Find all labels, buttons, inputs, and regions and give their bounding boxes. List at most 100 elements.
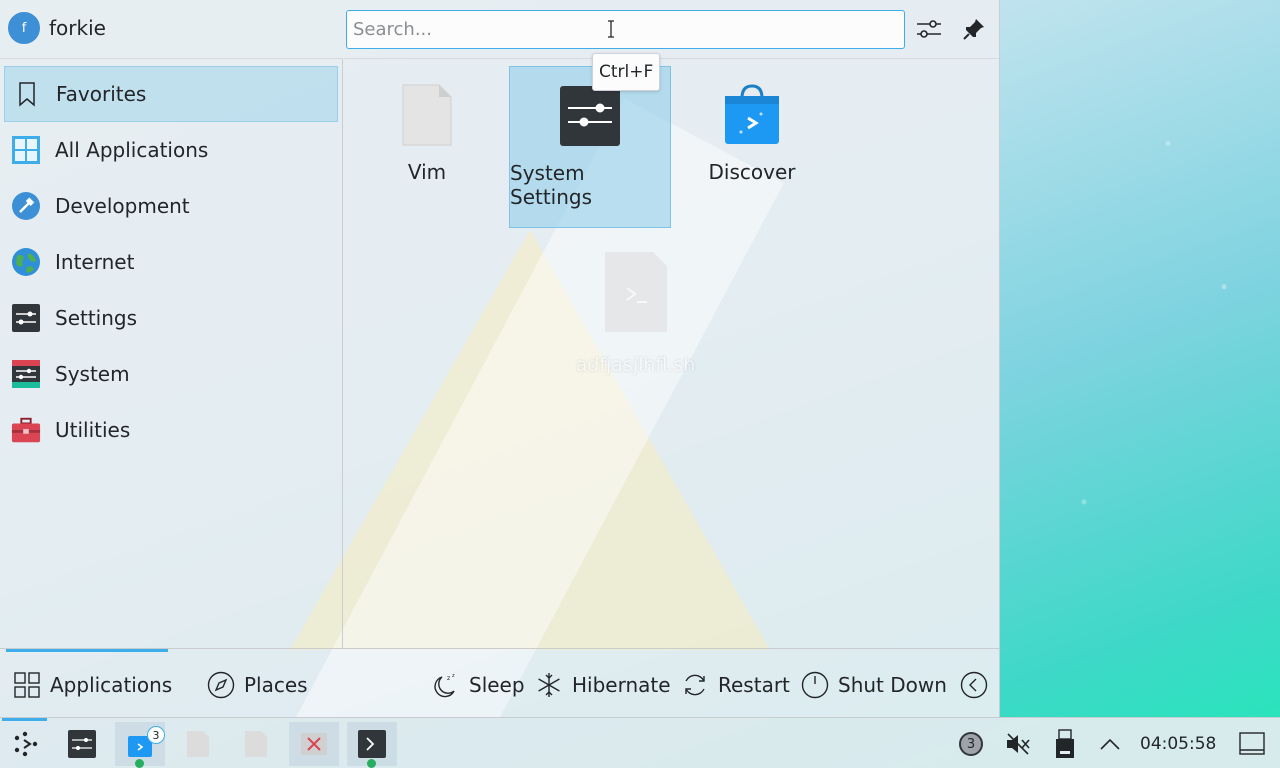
action-label: Sleep [469, 673, 525, 697]
drag-ghost-label: adfjasjlhfl.sh [575, 354, 696, 376]
tab-applications[interactable]: Applications [13, 669, 172, 701]
tooltip-text: Ctrl+F [599, 62, 654, 82]
launch-feedback-icon [367, 759, 376, 768]
file-icon [187, 731, 209, 757]
sidebar-item-label: Internet [55, 250, 135, 274]
action-label: Restart [718, 673, 790, 697]
grid-apps-icon [11, 135, 41, 165]
action-label: Hibernate [572, 673, 671, 697]
launch-feedback-icon [135, 759, 144, 768]
action-label: Shut Down [838, 673, 947, 697]
clock[interactable]: 04:05:58 [1140, 734, 1216, 754]
restart-button[interactable]: Restart [681, 669, 790, 701]
removable-devices-button[interactable] [1040, 722, 1090, 766]
pin-icon [963, 19, 984, 40]
wallpaper [1000, 0, 1280, 717]
tab-label: Places [244, 673, 308, 697]
sidebar-item-all-applications[interactable]: All Applications [4, 122, 338, 178]
bookmark-icon [12, 79, 42, 109]
terminal-icon [358, 730, 386, 758]
active-tab-indicator [6, 649, 168, 652]
sidebar-item-internet[interactable]: Internet [4, 234, 338, 290]
chevron-up-icon [1100, 738, 1120, 750]
svg-text:z: z [452, 673, 455, 679]
sidebar-item-utilities[interactable]: Utilities [4, 402, 338, 458]
app-discover[interactable]: Discover [671, 66, 833, 228]
script-file-icon [604, 252, 667, 332]
system-settings-icon [559, 85, 621, 147]
sidebar-item-label: All Applications [55, 138, 209, 162]
pin-button[interactable] [959, 14, 989, 44]
restart-icon [681, 671, 709, 699]
app-vim[interactable]: Vim [346, 66, 508, 228]
show-desktop-icon [1239, 732, 1265, 755]
task-count-badge: 3 [147, 726, 165, 744]
application-launcher-button[interactable] [0, 722, 50, 766]
category-sidebar: Favorites All Applications Development I… [0, 58, 343, 648]
snowflake-icon [535, 671, 563, 699]
more-actions-button[interactable] [960, 669, 997, 701]
chevron-left-icon [960, 671, 988, 699]
file-icon [245, 731, 267, 757]
launcher-footer: Applications Places zz Sleep Hibernate R… [0, 648, 999, 717]
user-avatar[interactable]: f [6, 10, 42, 46]
app-label: Discover [708, 160, 796, 184]
sidebar-item-settings[interactable]: Settings [4, 290, 338, 346]
application-launcher: f forkie Favorites [0, 0, 1000, 717]
settings-sliders-icon [11, 303, 41, 333]
taskbar: 3 3 04:05:58 [0, 717, 1280, 768]
apps-grid-icon [13, 671, 41, 699]
launcher-icon [14, 731, 38, 757]
task-file-1[interactable] [173, 722, 223, 766]
usb-drive-icon [1056, 729, 1074, 758]
search-input[interactable] [346, 10, 905, 49]
username: forkie [49, 16, 106, 40]
task-konsole[interactable] [347, 722, 397, 768]
system-tray-expand-button[interactable] [1085, 722, 1135, 766]
svg-text:z: z [447, 675, 450, 682]
globe-icon [11, 247, 41, 277]
power-icon [801, 671, 829, 699]
sidebar-item-label: Development [55, 194, 190, 218]
notifications-button[interactable]: 3 [946, 722, 996, 766]
sidebar-item-favorites[interactable]: Favorites [4, 66, 338, 122]
file-icon [396, 84, 458, 146]
search-shortcut-tooltip: Ctrl+F [592, 53, 661, 91]
sleep-moon-icon: zz [432, 671, 460, 699]
system-settings-icon [68, 730, 96, 758]
settings-sliders-icon [917, 20, 941, 38]
app-label: System Settings [510, 161, 593, 209]
launcher-header: f forkie [0, 0, 999, 58]
app-label: Vim [407, 160, 447, 184]
volume-button[interactable] [993, 722, 1043, 766]
toolbox-icon [11, 415, 41, 445]
task-file-2[interactable] [231, 722, 281, 766]
drag-ghost: adfjasjlhfl.sh [553, 250, 718, 390]
system-icon [11, 359, 41, 389]
avatar-letter: f [21, 20, 27, 36]
shopping-bag-icon [721, 84, 783, 146]
task-discover[interactable]: 3 [115, 722, 165, 768]
sidebar-item-label: Utilities [55, 418, 131, 442]
task-system-settings[interactable] [57, 722, 107, 766]
sleep-button[interactable]: zz Sleep [432, 669, 525, 701]
sidebar-item-label: Settings [55, 306, 138, 330]
launcher-active-indicator [2, 718, 47, 721]
task-broken-app[interactable] [289, 722, 339, 766]
tab-places[interactable]: Places [207, 669, 308, 701]
show-desktop-button[interactable] [1227, 722, 1277, 766]
sidebar-item-label: System [55, 362, 130, 386]
sidebar-item-label: Favorites [56, 82, 147, 106]
broken-image-icon [301, 733, 327, 755]
tab-label: Applications [50, 673, 173, 697]
sidebar-item-system[interactable]: System [4, 346, 338, 402]
hammer-icon [11, 191, 41, 221]
compass-icon [207, 671, 235, 699]
volume-muted-icon [1007, 733, 1030, 755]
configure-button[interactable] [914, 14, 944, 44]
hibernate-button[interactable]: Hibernate [535, 669, 671, 701]
shutdown-button[interactable]: Shut Down [801, 669, 947, 701]
sidebar-item-development[interactable]: Development [4, 178, 338, 234]
notification-count-badge: 3 [959, 732, 983, 756]
text-cursor-icon [608, 20, 614, 38]
